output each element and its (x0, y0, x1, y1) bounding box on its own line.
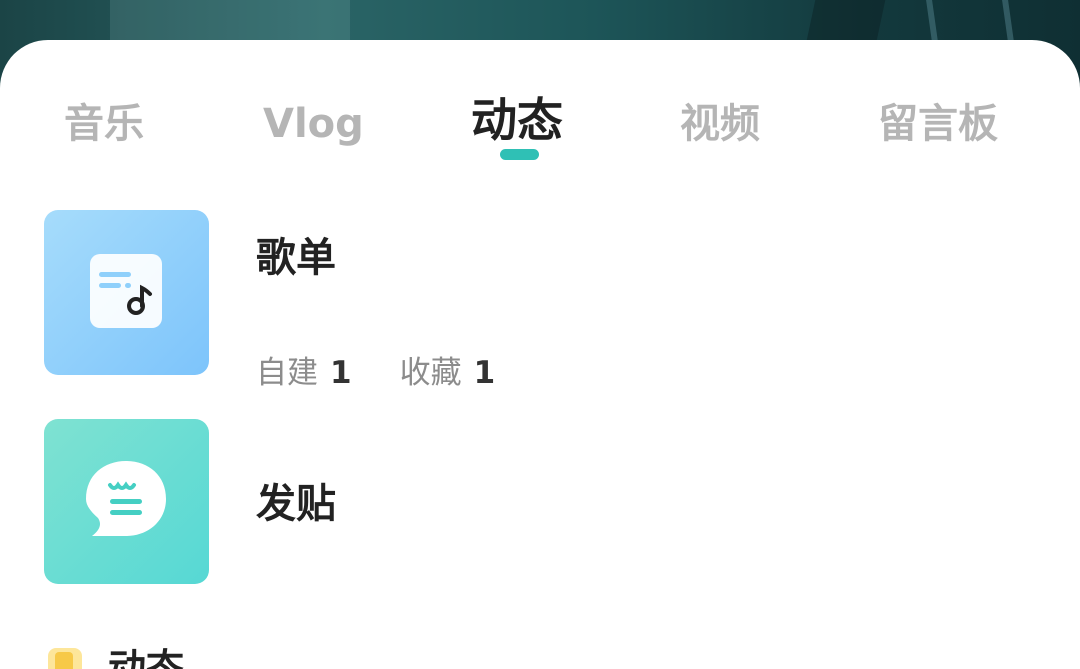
post-title[interactable]: 发贴 (256, 480, 336, 528)
tab-bar: 音乐 Vlog 动态 视频 留言板 (0, 96, 1080, 200)
speech-bubble-icon (86, 461, 166, 536)
playlist-stats: 自建 1 收藏 1 (256, 353, 495, 393)
post-card-icon[interactable] (44, 419, 209, 584)
favorited-count: 1 (473, 355, 496, 391)
favorited-label: 收藏 (399, 355, 462, 391)
tab-dynamics[interactable]: 动态 (471, 96, 563, 144)
content-sheet: 音乐 Vlog 动态 视频 留言板 歌单 自建 1 收藏 1 发贴 (0, 40, 1080, 669)
tab-music[interactable]: 音乐 (64, 100, 144, 148)
tab-message-board[interactable]: 留言板 (878, 100, 998, 148)
playlist-title[interactable]: 歌单 (256, 234, 336, 282)
note-icon (48, 648, 82, 669)
playlist-card-icon[interactable] (44, 210, 209, 375)
section-title: 动态 (108, 646, 185, 669)
music-note-icon (90, 254, 162, 328)
tab-vlog[interactable]: Vlog (263, 100, 364, 148)
created-count: 1 (330, 355, 352, 391)
active-tab-indicator (500, 149, 539, 160)
created-label: 自建 (256, 355, 318, 391)
tab-video[interactable]: 视频 (680, 100, 760, 148)
